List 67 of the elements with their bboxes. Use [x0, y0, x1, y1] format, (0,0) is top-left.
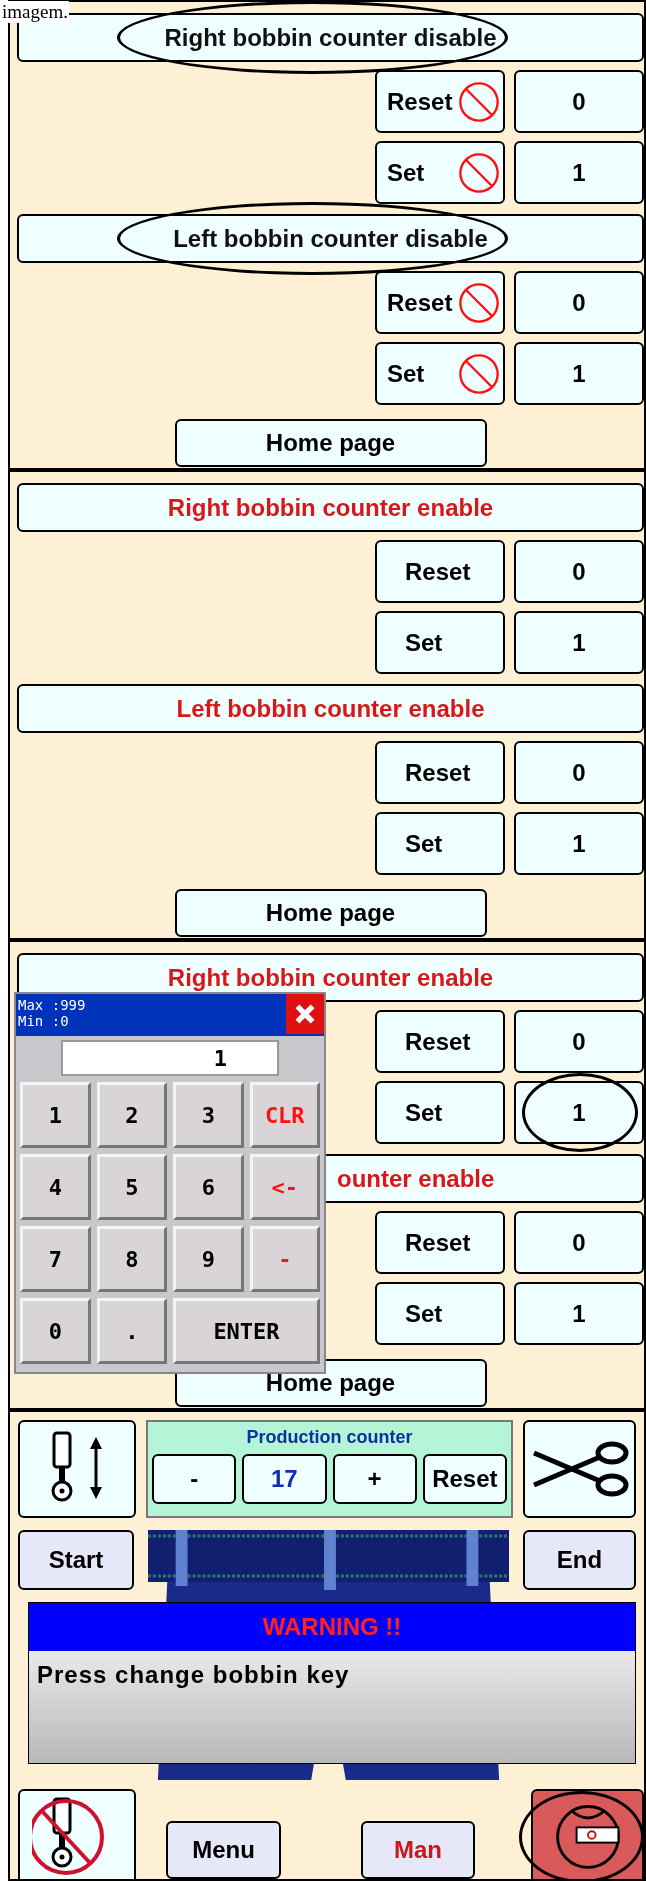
counter-title: Left bobbin counter disable [173, 223, 488, 254]
prohibited-icon [458, 81, 500, 123]
keypad-key[interactable]: ENTER [173, 1298, 320, 1364]
needle-button[interactable] [18, 1420, 136, 1518]
counter-title: ounter enable [337, 1163, 495, 1194]
counter-title: Right bobbin counter enable [167, 962, 494, 993]
prohibited-icon [458, 152, 500, 194]
value-field[interactable]: 1 [514, 812, 644, 875]
value-field[interactable]: 1 [514, 342, 644, 405]
value-field[interactable]: 1 [514, 1081, 644, 1144]
counter-button[interactable]: Reset [375, 741, 505, 804]
value-field[interactable]: 1 [61, 1040, 279, 1076]
reset-button[interactable]: Reset [422, 1454, 507, 1504]
counter-title: Right bobbin counter disable [164, 22, 497, 53]
counter-title: Production counter [246, 1426, 413, 1449]
counter-button[interactable]: Set [375, 611, 505, 674]
keypad-key[interactable]: . [96, 1298, 167, 1364]
close-button[interactable] [286, 994, 324, 1034]
keypad-key[interactable]: 6 [173, 1154, 244, 1220]
caption-text: imagem. [1, 1, 69, 23]
counter-button[interactable]: Set [375, 342, 505, 405]
start-button[interactable]: Start [18, 1530, 134, 1590]
value-field[interactable]: 0 [514, 70, 644, 133]
increment-button[interactable]: + [332, 1454, 417, 1504]
value-field[interactable]: 0 [514, 1211, 644, 1274]
value-field[interactable]: 0 [514, 1010, 644, 1073]
keypad-key[interactable]: 5 [96, 1154, 167, 1220]
prohibited-icon [458, 282, 500, 324]
counter-value: 17 [242, 1454, 327, 1504]
value-field[interactable]: 1 [514, 141, 644, 204]
mode-button[interactable]: Man [361, 1821, 475, 1879]
keypad-key[interactable]: 8 [96, 1226, 167, 1292]
value-field[interactable]: 0 [514, 271, 644, 334]
counter-title: Right bobbin counter enable [167, 492, 494, 523]
keypad-key[interactable]: 9 [173, 1226, 244, 1292]
counter-button[interactable]: Set [375, 141, 505, 204]
keypad-key[interactable]: 3 [173, 1082, 244, 1148]
home-page-button[interactable]: Home page [174, 889, 487, 937]
counter-button[interactable]: Reset [375, 540, 505, 603]
counter-title: Left bobbin counter enable [176, 693, 485, 724]
keypad-key[interactable]: 1 [20, 1082, 91, 1148]
counter-button[interactable]: Reset [375, 1211, 505, 1274]
keypad-key[interactable]: 4 [20, 1154, 91, 1220]
warning-title: WARNING !! [262, 1612, 402, 1642]
keypad-key[interactable]: 0 [20, 1298, 91, 1364]
value-field[interactable]: 1 [514, 1282, 644, 1345]
needle-disable-button[interactable] [18, 1789, 136, 1879]
keypad-key[interactable]: 2 [96, 1082, 167, 1148]
menu-button[interactable]: Menu [166, 1821, 281, 1879]
decrement-button[interactable]: - [152, 1454, 237, 1504]
keypad-key[interactable]: 7 [20, 1226, 91, 1292]
counter-button[interactable]: Reset [375, 271, 505, 334]
counter-button[interactable]: Reset [375, 70, 505, 133]
counter-button[interactable]: Set [375, 812, 505, 875]
counter-button[interactable]: Set [375, 1081, 505, 1144]
min-label: Min :0 [18, 1013, 70, 1029]
counter-button[interactable]: Reset [375, 1010, 505, 1073]
home-page-button[interactable]: Home page [174, 419, 487, 467]
scissors-button[interactable] [523, 1420, 636, 1518]
counter-button[interactable]: Set [375, 1282, 505, 1345]
value-field[interactable]: 0 [514, 540, 644, 603]
warning-message: Press change bobbin key [36, 1660, 351, 1690]
value-field[interactable]: 1 [514, 611, 644, 674]
max-label: Max :999 [18, 997, 86, 1013]
prohibited-icon [458, 353, 500, 395]
end-button[interactable]: End [523, 1530, 636, 1590]
value-field[interactable]: 0 [514, 741, 644, 804]
